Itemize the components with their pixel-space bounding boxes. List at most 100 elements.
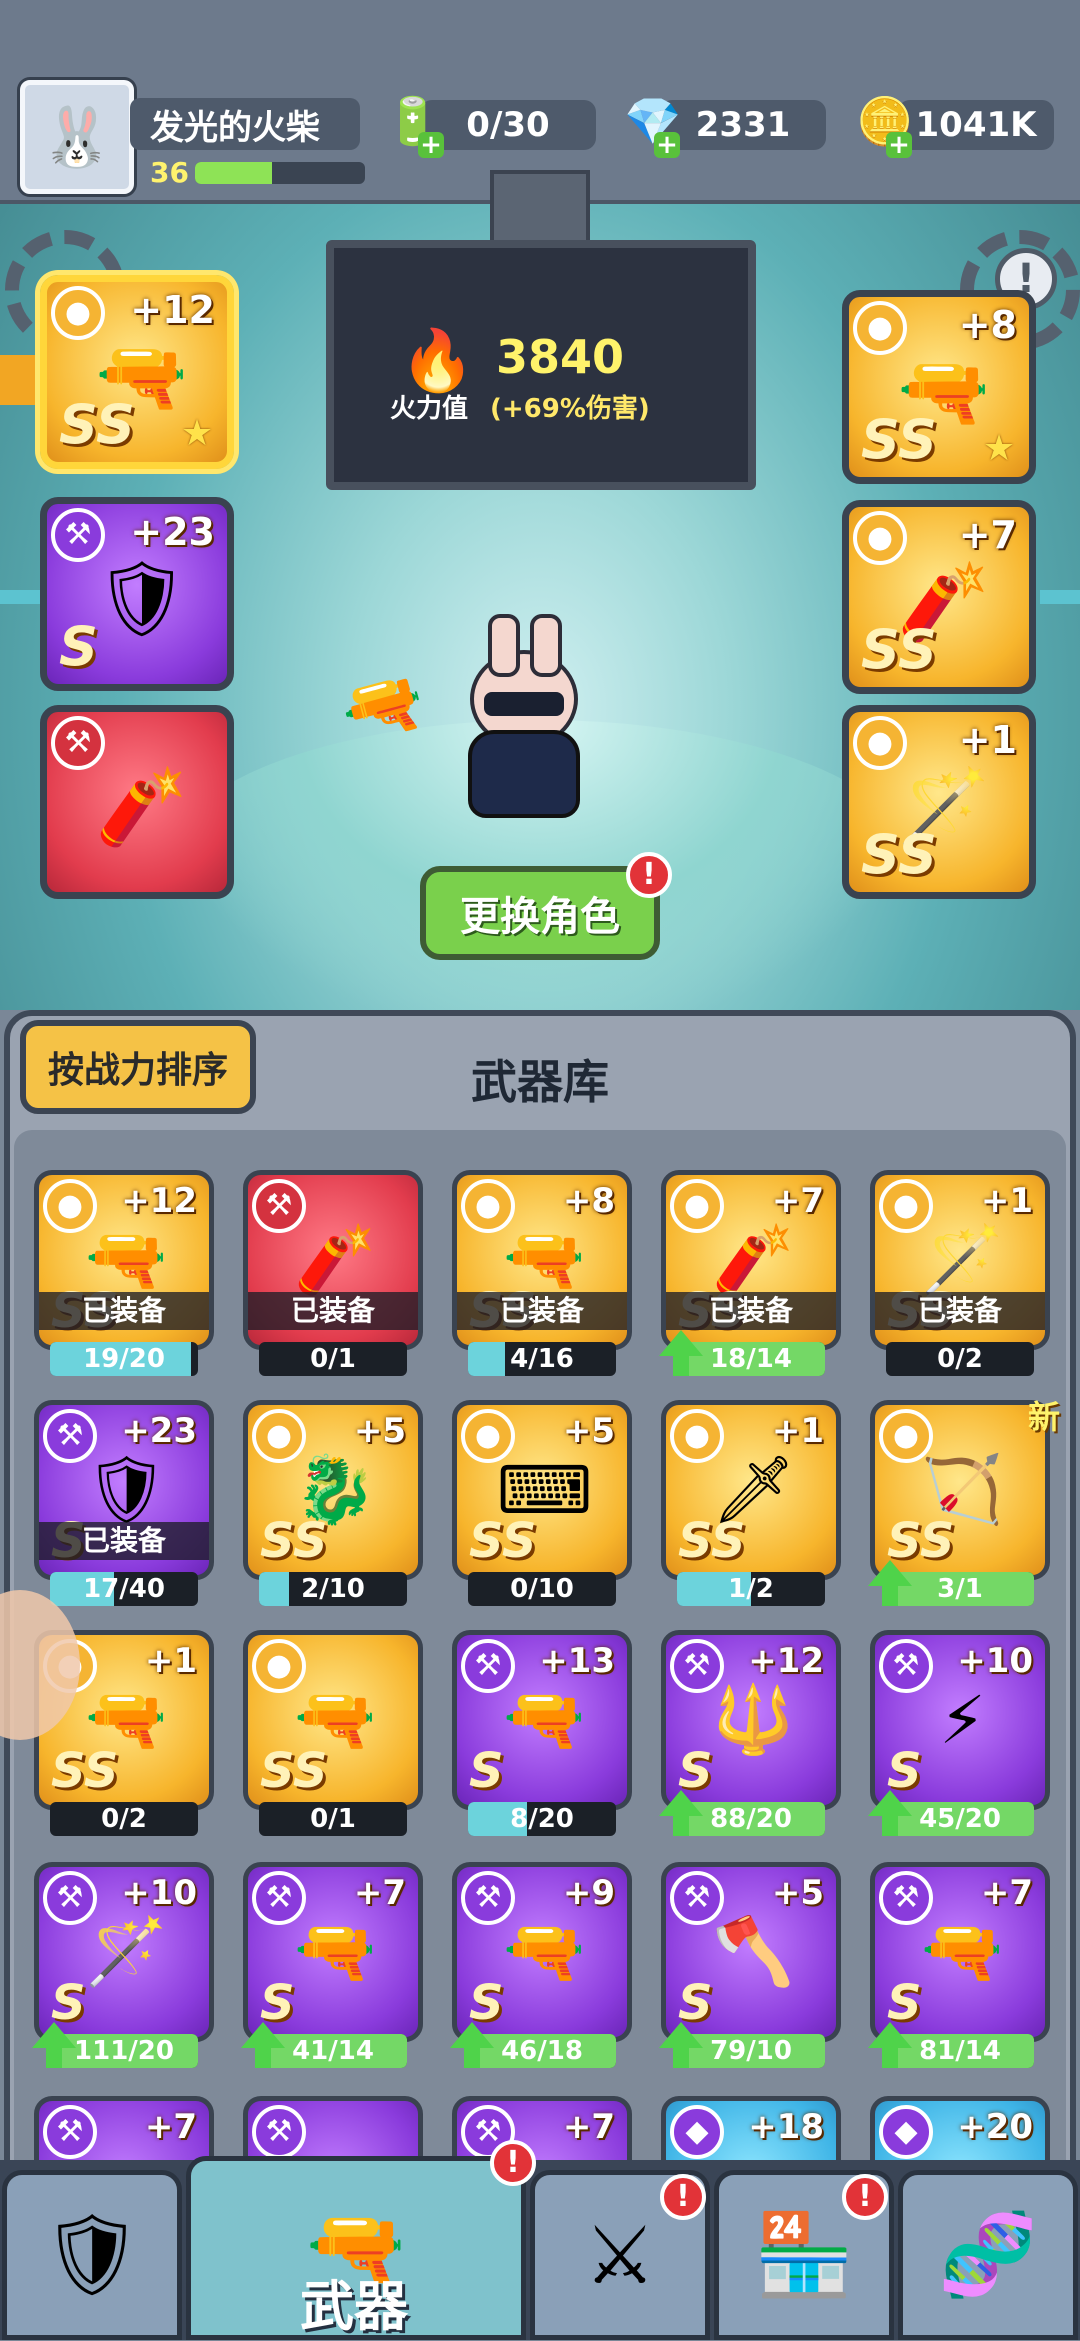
bunny-ear-right [530,614,562,677]
weapon-tab-alert-icon: ! [490,2140,536,2186]
shard-progress-bar: 2/10 [259,1572,407,1606]
shard-progress-bar: 8/20 [468,1802,616,1836]
power-value: 3840 [496,330,625,384]
weapon-plus-level: +1 [771,1411,824,1451]
shard-progress-text: 0/1 [310,1804,356,1834]
weapon-slot[interactable]: ⚒ ⚡ +10 S [870,1630,1050,1810]
nav-weapon-label: 武器 [300,2275,408,2338]
pipe-left-2 [0,590,40,604]
energy-add-icon[interactable]: + [418,132,444,158]
weapon-card[interactable]: ⚒ 🪄 +10 S 111/20 [32,1862,214,2068]
weapon-slot[interactable]: ⚒ 🪄 +10 S [34,1862,214,2042]
weapon-card[interactable]: ⚒ 🧨 已装备 0/1 [243,1170,423,1376]
weapon-slot[interactable]: ● 🔫 +8 SS ★ [842,290,1036,484]
change-role-button[interactable]: 更换角色 [420,866,660,960]
weapon-slot[interactable]: ⚒ 🪓 +5 S [661,1862,841,2042]
weapon-card[interactable]: ⚒ 🔫 +13 S 8/20 [452,1630,632,1836]
weapon-card[interactable]: ●🧨+7SS已装备18/14 [659,1170,841,1376]
weapon-card[interactable]: ● 🗡 +1 SS 1/2 [661,1400,841,1606]
nav-armor-tab[interactable]: 🛡 [2,2170,182,2340]
shard-progress-text: 0/2 [101,1804,147,1834]
weapon-plus-level: +5 [771,1873,824,1913]
bunny-suit [468,730,580,818]
weapon-plus-level: +1 [144,1641,197,1681]
weapon-slot[interactable]: ⚒🛡+23S [40,497,234,691]
weapon-plus-level: +7 [144,2107,197,2147]
weapon-slot[interactable]: ⚒ 🔫 +9 S [452,1862,632,2042]
nav-dna-tab[interactable]: 🧬 [898,2170,1078,2340]
weapon-rank: SS [861,408,937,471]
shard-progress-text: 1/2 [728,1574,774,1604]
weapon-plus-level: +18 [748,2107,824,2147]
weapon-rank: S [59,615,98,678]
weapon-slot[interactable]: ⚒ 🔫 +13 S [452,1630,632,1810]
weapon-slot[interactable]: ⚒ 🔫 +7 S [243,1862,423,2042]
upgrade-arrow-stem [882,2046,898,2068]
shard-progress-bar: 0/2 [886,1342,1034,1376]
weapon-slot[interactable]: ● 🔫 +12 SS ★ [40,275,234,469]
weapon-card[interactable]: ● ⌨ +5 SS 0/10 [452,1400,632,1606]
sunglasses [484,692,564,716]
weapon-slot[interactable]: ●🧨+7SS [842,500,1036,694]
weapon-plus-level: +12 [748,1641,824,1681]
battle-tab-alert-icon: ! [660,2174,706,2220]
weapon-card[interactable]: ⚒ ⚡ +10 S 45/20 [868,1630,1050,1836]
armory-title: 武器库 [471,1055,609,1109]
player-level: 36 [150,156,189,189]
shard-progress-text: 0/10 [510,1574,574,1604]
shard-progress-bar: 17/40 [50,1572,198,1606]
weapon-card[interactable]: ● 🐉 +5 SS 2/10 [243,1400,423,1606]
weapon-card[interactable]: ●🪄+1SS已装备0/2 [870,1170,1050,1376]
upgrade-arrow-stem [46,2046,62,2068]
player-avatar[interactable]: 🐰 [20,80,134,194]
weapon-card[interactable]: ⚒ 🔫 +9 S 46/18 [450,1862,632,2068]
weapon-slot[interactable]: ● 🏹 SS [870,1400,1050,1580]
weapon-slot[interactable]: ● 🐉 +5 SS [243,1400,423,1580]
weapon-card[interactable]: ⚒ 🔫 +7 S 81/14 [868,1862,1050,2068]
equipped-label: 已装备 [248,1292,418,1330]
gem-add-icon[interactable]: + [654,132,680,158]
weapon-card[interactable]: ● 🔫 SS 0/1 [243,1630,423,1836]
weapon-slot[interactable]: ● 🗡 +1 SS [661,1400,841,1580]
weapon-card[interactable]: ⚒ 🪓 +5 S 79/10 [659,1862,841,2068]
weapon-slot[interactable]: ⚒ 🔫 +7 S [870,1862,1050,2042]
weapon-plus-level: +20 [957,2107,1033,2147]
weapon-art-icon: 🧨 [95,763,189,850]
weapon-plus-level: +10 [957,1641,1033,1681]
shard-progress-bar: 1/2 [677,1572,825,1606]
star-icon: ★ [982,428,1016,469]
weapon-card[interactable]: ⚒🛡+23S已装备17/40 [34,1400,214,1606]
new-badge: 新 [1027,1398,1060,1436]
weapon-slot[interactable]: ●🪄+1SS [842,705,1036,899]
shard-progress-bar: 0/1 [259,1802,407,1836]
weapon-plus-level: +10 [121,1873,197,1913]
upgrade-arrow-icon [450,2022,494,2048]
character-bunny[interactable] [450,614,590,818]
weapon-slot[interactable]: ⚒ 🧨 [40,705,234,899]
weapon-card[interactable]: ● 🏹 SS 新 3/1 [868,1398,1060,1606]
upgrade-arrow-stem [464,2046,480,2068]
weapon-plus-level: +12 [121,1181,197,1221]
weapon-plus-level: +23 [121,1411,197,1451]
weapon-slot[interactable]: ⚒ 🔱 +12 S [661,1630,841,1810]
equipped-label: 已装备 [875,1292,1045,1330]
weapon-slot[interactable]: ● 🔫 SS [243,1630,423,1810]
weapon-card[interactable]: ⚒ 🔫 +7 S 41/14 [241,1862,423,2068]
weapon-plus-level: +5 [353,1411,406,1451]
monitor-stand [490,170,590,245]
coin-add-icon[interactable]: + [886,132,912,158]
xp-bar [195,162,365,184]
weapon-slot[interactable]: ● ⌨ +5 SS [452,1400,632,1580]
weapon-plus-level: +7 [980,1873,1033,1913]
weapon-rank: SS [861,618,937,681]
player-name: 发光的火柴 [130,98,360,150]
shard-progress-text: 0/2 [937,1344,983,1374]
weapon-card[interactable]: ⚒ 🔱 +12 S 88/20 [659,1630,841,1836]
star-icon: ★ [180,413,214,454]
shard-progress-bar: 0/2 [50,1802,198,1836]
weapon-card[interactable]: ●🔫+12SS已装备19/20 [34,1170,214,1376]
shard-progress-text: 2/10 [301,1574,365,1604]
upgrade-arrow-stem [673,1354,689,1376]
shop-tab-alert-icon: ! [842,2174,888,2220]
weapon-card[interactable]: ●🔫+8SS已装备4/16 [452,1170,632,1376]
